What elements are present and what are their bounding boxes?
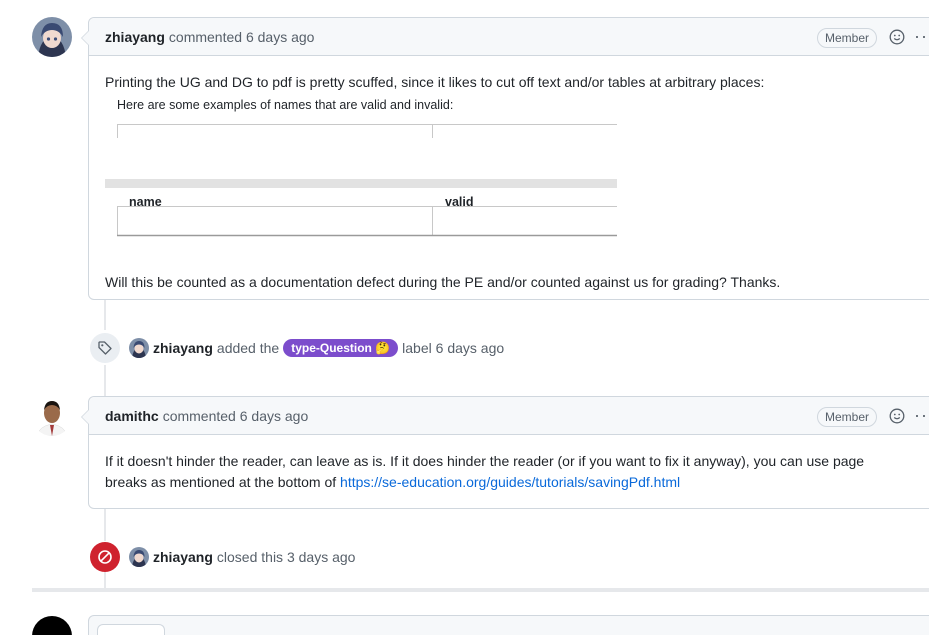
comment-header: damithc commented 6 days ago bbox=[89, 397, 929, 435]
timeline-divider bbox=[32, 588, 929, 592]
avatar[interactable] bbox=[32, 396, 72, 436]
event-text: added the bbox=[216, 340, 280, 356]
kebab-icon[interactable]: ··· bbox=[914, 406, 929, 424]
comment: zhiayang commented 6 days ago Member ···… bbox=[81, 17, 929, 300]
event-actor[interactable]: zhiayang bbox=[153, 340, 213, 356]
timeline-event-labeled: zhiayang added the type-Question 🤔 label… bbox=[90, 333, 504, 363]
smiley-icon[interactable] bbox=[889, 29, 905, 45]
avatar[interactable] bbox=[129, 338, 149, 358]
screenshot-table-image bbox=[105, 124, 617, 237]
comment-time[interactable]: 6 days ago bbox=[246, 29, 315, 45]
embedded-screenshot: Here are some examples of names that are… bbox=[105, 95, 617, 260]
avatar[interactable] bbox=[32, 17, 72, 57]
smiley-icon[interactable] bbox=[889, 408, 905, 424]
write-tab[interactable] bbox=[97, 624, 165, 635]
comment-body: Printing the UG and DG to pdf is pretty … bbox=[89, 56, 929, 309]
member-badge: Member bbox=[816, 407, 877, 427]
event-text: closed this bbox=[216, 549, 284, 565]
timeline-line bbox=[104, 509, 106, 541]
event-text: label bbox=[402, 340, 432, 356]
comment: damithc commented 6 days ago Member ··· … bbox=[81, 396, 929, 509]
timeline-event-closed: zhiayang closed this 3 days ago bbox=[90, 542, 355, 572]
comment-action: commented bbox=[168, 28, 243, 45]
comment-time[interactable]: 6 days ago bbox=[240, 408, 309, 424]
screenshot-caption: Here are some examples of names that are… bbox=[117, 98, 454, 112]
comment-header: zhiayang commented 6 days ago bbox=[89, 18, 929, 56]
kebab-icon[interactable]: ··· bbox=[914, 27, 929, 45]
member-badge: Member bbox=[816, 28, 877, 48]
closed-icon bbox=[90, 542, 120, 572]
event-time[interactable]: 6 days ago bbox=[436, 340, 505, 356]
comment-link[interactable]: https://se-education.org/guides/tutorial… bbox=[340, 474, 680, 490]
avatar[interactable] bbox=[129, 547, 149, 567]
event-actor[interactable]: zhiayang bbox=[153, 549, 213, 565]
event-time[interactable]: 3 days ago bbox=[287, 549, 356, 565]
tag-icon bbox=[90, 333, 120, 363]
comment-text: Printing the UG and DG to pdf is pretty … bbox=[105, 74, 765, 90]
timeline-line bbox=[104, 365, 106, 397]
timeline-line bbox=[104, 572, 106, 588]
comment-author[interactable]: zhiayang bbox=[105, 29, 165, 45]
comment-body: If it doesn't hinder the reader, can lea… bbox=[89, 435, 929, 509]
markdown-toolbar bbox=[499, 630, 919, 635]
new-comment-box bbox=[88, 615, 929, 635]
screenshot-table-header: valid bbox=[445, 195, 474, 209]
label-type-question[interactable]: type-Question 🤔 bbox=[283, 339, 399, 357]
comment-author[interactable]: damithc bbox=[105, 408, 159, 424]
comment-action: commented bbox=[162, 407, 236, 424]
avatar[interactable] bbox=[32, 616, 72, 635]
screenshot-table-header: name bbox=[129, 195, 162, 209]
comment-text: Will this be counted as a documentation … bbox=[105, 274, 781, 290]
